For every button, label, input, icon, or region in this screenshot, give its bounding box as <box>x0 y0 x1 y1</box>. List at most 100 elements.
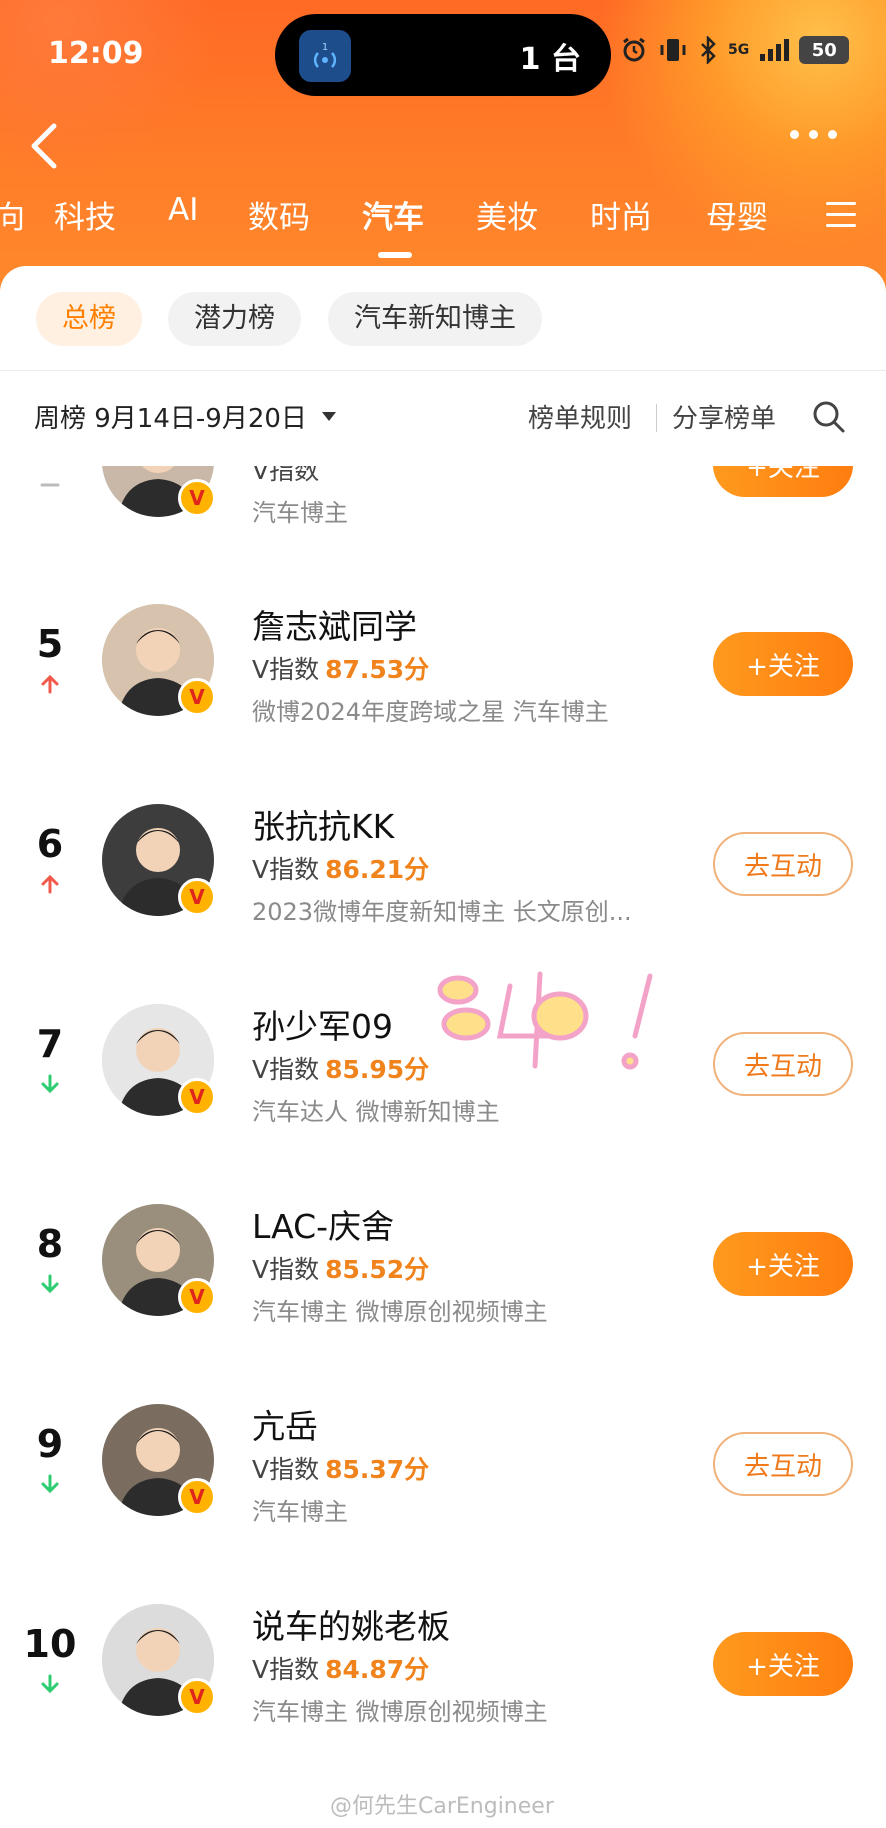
follow-button[interactable]: +关注 <box>713 1632 853 1696</box>
bluetooth-icon <box>701 36 716 64</box>
trend-down-icon <box>41 1274 59 1294</box>
rank-number: 5 <box>36 622 64 666</box>
vibrate-icon <box>660 39 686 61</box>
blogger-tags: 2023微博年度新知博主 长文原创... <box>252 898 632 926</box>
verified-v-badge-icon: V <box>178 878 216 916</box>
week-bar: 周榜 9月14日-9月20日 榜单规则 分享榜单 <box>0 386 886 446</box>
verified-v-badge-icon: V <box>178 1278 216 1316</box>
battery-indicator: 50 <box>799 36 850 64</box>
blogger-name[interactable]: 说车的姚老板 <box>252 1600 450 1648</box>
v-index-value: 86.21分 <box>325 855 430 884</box>
search-icon[interactable] <box>812 400 846 434</box>
separator <box>656 404 657 432</box>
doodle-sticker <box>437 971 653 1070</box>
trend-down-icon <box>41 1074 59 1094</box>
trend-up-icon <box>41 874 59 894</box>
follow-button[interactable]: +关注 <box>713 632 853 696</box>
status-icons: 5G 50 <box>620 36 850 64</box>
category-tab-bar: 向 科技 AI 数码 汽车 美妆 时尚 母婴 <box>0 192 886 252</box>
blogger-name[interactable]: LAC-庆舍 <box>252 1200 394 1248</box>
blogger-tags: 汽车达人 微博新知博主 <box>252 1098 500 1126</box>
tab-muying[interactable]: 母婴 <box>706 192 768 237</box>
trend-down-icon <box>41 1474 59 1494</box>
v-index-score: V指数 84.87分 <box>252 1650 429 1686</box>
v-index-label: V指数 <box>252 655 320 684</box>
blogger-tags: 汽车博主 <box>252 1498 348 1526</box>
alarm-icon <box>623 37 645 62</box>
ranking-rules-link[interactable]: 榜单规则 <box>528 398 632 435</box>
verified-v-badge-icon: V <box>178 1478 216 1516</box>
blogger-tags: 汽车博主 微博原创视频博主 <box>252 1698 548 1726</box>
status-bar: 12:09 1 1 台 5G 50 <box>0 0 886 110</box>
ranking-row[interactable]: V V指数汽车博主 +关注 <box>0 466 886 561</box>
blogger-tags: 汽车博主 <box>252 499 348 527</box>
v-index-value: 85.37分 <box>325 1455 430 1484</box>
tab-meizhuang[interactable]: 美妆 <box>476 192 538 237</box>
v-index-value: 87.53分 <box>325 655 430 684</box>
subtab-potential[interactable]: 潜力榜 <box>168 292 301 346</box>
trend-same-icon <box>40 483 60 487</box>
verified-v-badge-icon: V <box>178 479 216 517</box>
tab-keji[interactable]: 科技 <box>54 192 116 237</box>
blogger-tags: 微博2024年度跨域之星 汽车博主 <box>252 698 609 726</box>
signal-bars-icon <box>760 39 790 61</box>
v-index-label: V指数 <box>252 1655 320 1684</box>
ranking-row[interactable]: 10 V 说车的姚老板 V指数 84.87分 汽车博主 微博原创视频博主 +关注 <box>0 1560 886 1760</box>
more-options-icon[interactable] <box>790 124 850 144</box>
nfc-app-icon: 1 <box>299 30 351 82</box>
v-index-label: V指数 <box>252 1055 320 1084</box>
v-index-score: V指数 <box>252 466 325 487</box>
verified-v-badge-icon: V <box>178 1678 216 1716</box>
tab-qiche[interactable]: 汽车 <box>362 192 424 237</box>
week-selector[interactable]: 周榜 9月14日-9月20日 <box>34 398 307 435</box>
signal-waves-icon: 1 <box>313 42 337 68</box>
blogger-name[interactable]: 亢岳 <box>252 1400 318 1448</box>
trend-up-icon <box>41 674 59 694</box>
v-index-score: V指数 85.37分 <box>252 1450 429 1486</box>
interact-button[interactable]: 去互动 <box>713 832 853 896</box>
tab-shuma[interactable]: 数码 <box>248 192 310 237</box>
follow-button[interactable]: +关注 <box>713 466 853 497</box>
verified-v-badge-icon: V <box>178 678 216 716</box>
subtab-auto-knowledge[interactable]: 汽车新知博主 <box>328 292 542 346</box>
svg-text:1: 1 <box>322 42 328 53</box>
v-index-label: V指数 <box>252 1255 320 1284</box>
tab-partial[interactable]: 向 <box>0 192 25 237</box>
blogger-tags: 汽车博主 微博原创视频博主 <box>252 1298 548 1326</box>
v-index-label: V指数 <box>252 466 320 485</box>
island-text: 1 台 <box>519 42 581 77</box>
back-arrow-icon[interactable] <box>26 118 66 178</box>
dynamic-island[interactable]: 1 1 台 <box>275 14 611 96</box>
tab-shishang[interactable]: 时尚 <box>590 192 652 237</box>
active-tab-indicator <box>378 252 412 258</box>
divider <box>0 370 886 371</box>
blogger-name[interactable]: 孙少军09 <box>252 1000 393 1048</box>
trend-down-icon <box>41 1674 59 1694</box>
v-index-score: V指数 87.53分 <box>252 650 429 686</box>
share-ranking-link[interactable]: 分享榜单 <box>672 398 776 435</box>
rank-number: 9 <box>36 1422 64 1466</box>
v-index-score: V指数 86.21分 <box>252 850 429 886</box>
ranking-row[interactable]: 8 V LAC-庆舍 V指数 85.52分汽车博主 微博原创视频博主 +关注 <box>0 1160 886 1360</box>
v-index-value: 85.95分 <box>325 1055 430 1084</box>
caret-down-icon[interactable] <box>322 412 336 421</box>
header-background: 12:09 1 1 台 5G 50 向 科技 AI 数码 汽车 美妆 时尚 母婴 <box>0 0 886 300</box>
blogger-name[interactable]: 张抗抗KK <box>252 800 394 848</box>
follow-button[interactable]: +关注 <box>713 1232 853 1296</box>
verified-v-badge-icon: V <box>178 1078 216 1116</box>
menu-icon[interactable] <box>826 202 856 227</box>
tab-ai[interactable]: AI <box>168 192 198 228</box>
network-type: 5G <box>728 42 750 58</box>
status-time: 12:09 <box>48 36 144 71</box>
ranking-row[interactable]: 5 V 詹志斌同学 V指数 87.53分 微博2024年度跨域之星 汽车博主 +关注 <box>0 560 886 760</box>
subtab-overall[interactable]: 总榜 <box>36 292 142 346</box>
interact-button[interactable]: 去互动 <box>713 1032 853 1096</box>
rank-number: 8 <box>36 1222 64 1266</box>
v-index-label: V指数 <box>252 855 320 884</box>
interact-button[interactable]: 去互动 <box>713 1432 853 1496</box>
ranking-row[interactable]: 9 V 亢岳 V指数 85.37分汽车博主 去互动 <box>0 1360 886 1560</box>
ranking-row[interactable]: 6 V 张抗抗KK V指数 86.21分 2023微博年度新知博主 长文原创... 去互动 <box>0 760 886 960</box>
blogger-name[interactable]: 詹志斌同学 <box>252 600 417 648</box>
rank-number: 6 <box>36 822 64 866</box>
v-index-score: V指数 85.52分 <box>252 1250 429 1286</box>
